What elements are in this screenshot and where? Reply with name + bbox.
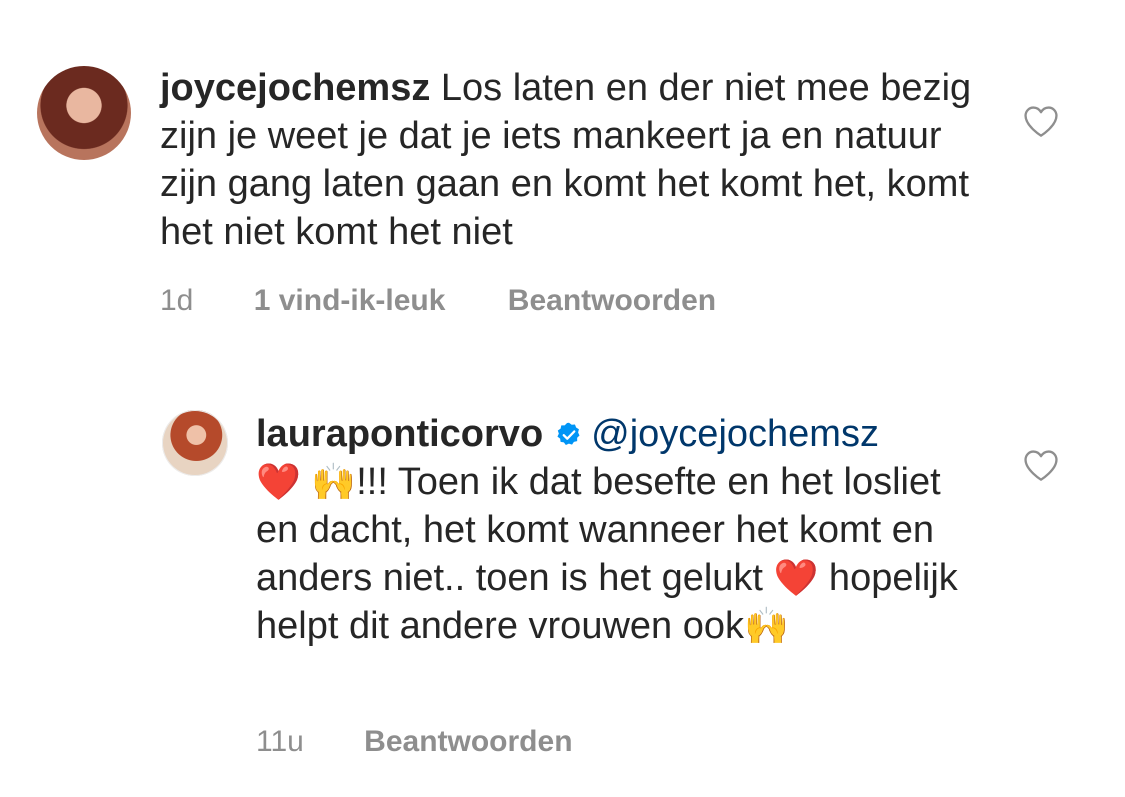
heart-emoji: ❤️ <box>773 557 819 598</box>
heart-emoji: ❤️ <box>256 461 301 502</box>
heart-outline-icon[interactable] <box>1022 104 1060 138</box>
comment-text: joycejochemsz Los laten en der niet mee … <box>160 64 980 256</box>
reply-button[interactable]: Beantwoorden <box>364 725 572 759</box>
verified-badge-icon <box>557 422 580 446</box>
comment-meta: 1d 1 vind-ik-leuk Beantwoorden <box>160 284 716 318</box>
raising-hands-emoji: 🙌 <box>311 461 357 502</box>
comment-text: lauraponticorvo @joycejochemsz ❤️ 🙌!!! T… <box>256 410 976 650</box>
raising-hands-emoji: 🙌 <box>744 605 789 646</box>
likes-count-link[interactable]: 1 vind-ik-leuk <box>254 284 446 318</box>
mention-link[interactable]: @joycejochemsz <box>591 413 879 455</box>
avatar[interactable] <box>37 66 131 160</box>
reply-button[interactable]: Beantwoorden <box>508 284 716 318</box>
comment-meta: 11u Beantwoorden <box>256 725 573 759</box>
avatar[interactable] <box>162 410 228 476</box>
heart-outline-icon[interactable] <box>1022 448 1060 482</box>
username-link[interactable]: joycejochemsz <box>160 67 430 109</box>
timestamp: 11u <box>256 725 304 758</box>
timestamp: 1d <box>160 284 194 317</box>
username-link[interactable]: lauraponticorvo <box>256 413 543 455</box>
